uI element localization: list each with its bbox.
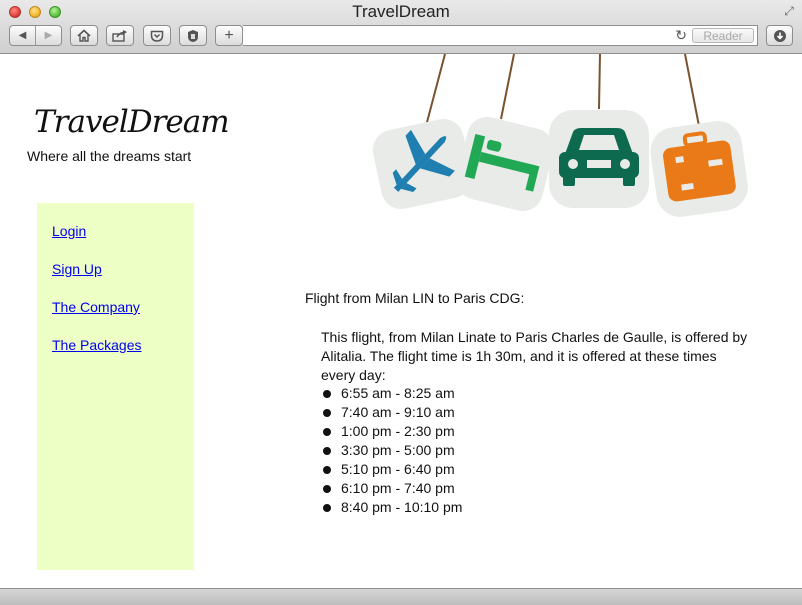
site-logo[interactable]: TravelDream — [34, 104, 230, 140]
extension-button[interactable] — [179, 25, 207, 46]
download-button[interactable] — [766, 25, 793, 46]
flight-times-list: 6:55 am - 8:25 am 7:40 am - 9:10 am 1:00… — [321, 384, 462, 517]
bullet-icon — [323, 409, 331, 417]
share-icon — [112, 29, 127, 42]
bullet-icon — [323, 428, 331, 436]
bed-icon — [456, 116, 554, 212]
flight-time-text: 1:00 pm - 2:30 pm — [341, 423, 455, 439]
forward-button[interactable]: ▶ — [36, 26, 61, 45]
pocket-icon — [150, 30, 164, 42]
flight-time-item: 6:10 pm - 7:40 pm — [321, 479, 462, 498]
site-tagline: Where all the dreams start — [27, 148, 192, 164]
window-title: TravelDream — [352, 2, 450, 21]
home-icon — [77, 29, 91, 42]
flight-time-item: 1:00 pm - 2:30 pm — [321, 422, 462, 441]
flight-time-text: 5:10 pm - 6:40 pm — [341, 461, 455, 477]
flight-time-text: 6:55 am - 8:25 am — [341, 385, 455, 401]
window-titlebar: TravelDream ⤢ ◀ ▶ + ↻ Reader — [0, 0, 802, 54]
address-bar: ↻ Reader — [243, 25, 758, 46]
download-icon — [773, 29, 786, 42]
flight-time-item: 6:55 am - 8:25 am — [321, 384, 462, 403]
shield-icon — [188, 29, 198, 42]
share-button[interactable] — [106, 25, 134, 46]
sidebar-link-packages[interactable]: The Packages — [52, 337, 142, 353]
sidebar-link-signup[interactable]: Sign Up — [52, 261, 102, 277]
flight-time-item: 7:40 am - 9:10 am — [321, 403, 462, 422]
bullet-icon — [323, 504, 331, 512]
bullet-icon — [323, 466, 331, 474]
flight-time-text: 3:30 pm - 5:00 pm — [341, 442, 455, 458]
suitcase-icon — [650, 121, 748, 217]
flight-heading: Flight from Milan LIN to Paris CDG: — [305, 290, 525, 306]
flight-time-text: 8:40 pm - 10:10 pm — [341, 499, 463, 515]
bullet-icon — [323, 390, 331, 398]
reload-icon[interactable]: ↻ — [675, 27, 687, 44]
flight-description: This flight, from Milan Linate to Paris … — [321, 329, 748, 383]
car-icon — [549, 110, 649, 208]
new-tab-button[interactable]: + — [215, 25, 243, 46]
address-input[interactable] — [247, 27, 671, 46]
back-button[interactable]: ◀ — [10, 26, 36, 45]
hero-banner — [372, 54, 748, 217]
flight-time-item: 3:30 pm - 5:00 pm — [321, 441, 462, 460]
sidebar-nav: Login Sign Up The Company The Packages — [37, 203, 194, 570]
back-forward-group: ◀ ▶ — [9, 25, 62, 46]
sidebar-link-company[interactable]: The Company — [52, 299, 140, 315]
reader-button[interactable]: Reader — [692, 28, 754, 43]
flight-time-text: 6:10 pm - 7:40 pm — [341, 480, 455, 496]
fullscreen-icon[interactable]: ⤢ — [782, 4, 796, 18]
flight-time-text: 7:40 am - 9:10 am — [341, 404, 455, 420]
pocket-button[interactable] — [143, 25, 171, 46]
flight-time-item: 5:10 pm - 6:40 pm — [321, 460, 462, 479]
flight-time-item: 8:40 pm - 10:10 pm — [321, 498, 462, 517]
bullet-icon — [323, 447, 331, 455]
window-statusbar — [0, 588, 802, 605]
home-button[interactable] — [70, 25, 98, 46]
sidebar-link-login[interactable]: Login — [52, 223, 86, 239]
bullet-icon — [323, 485, 331, 493]
